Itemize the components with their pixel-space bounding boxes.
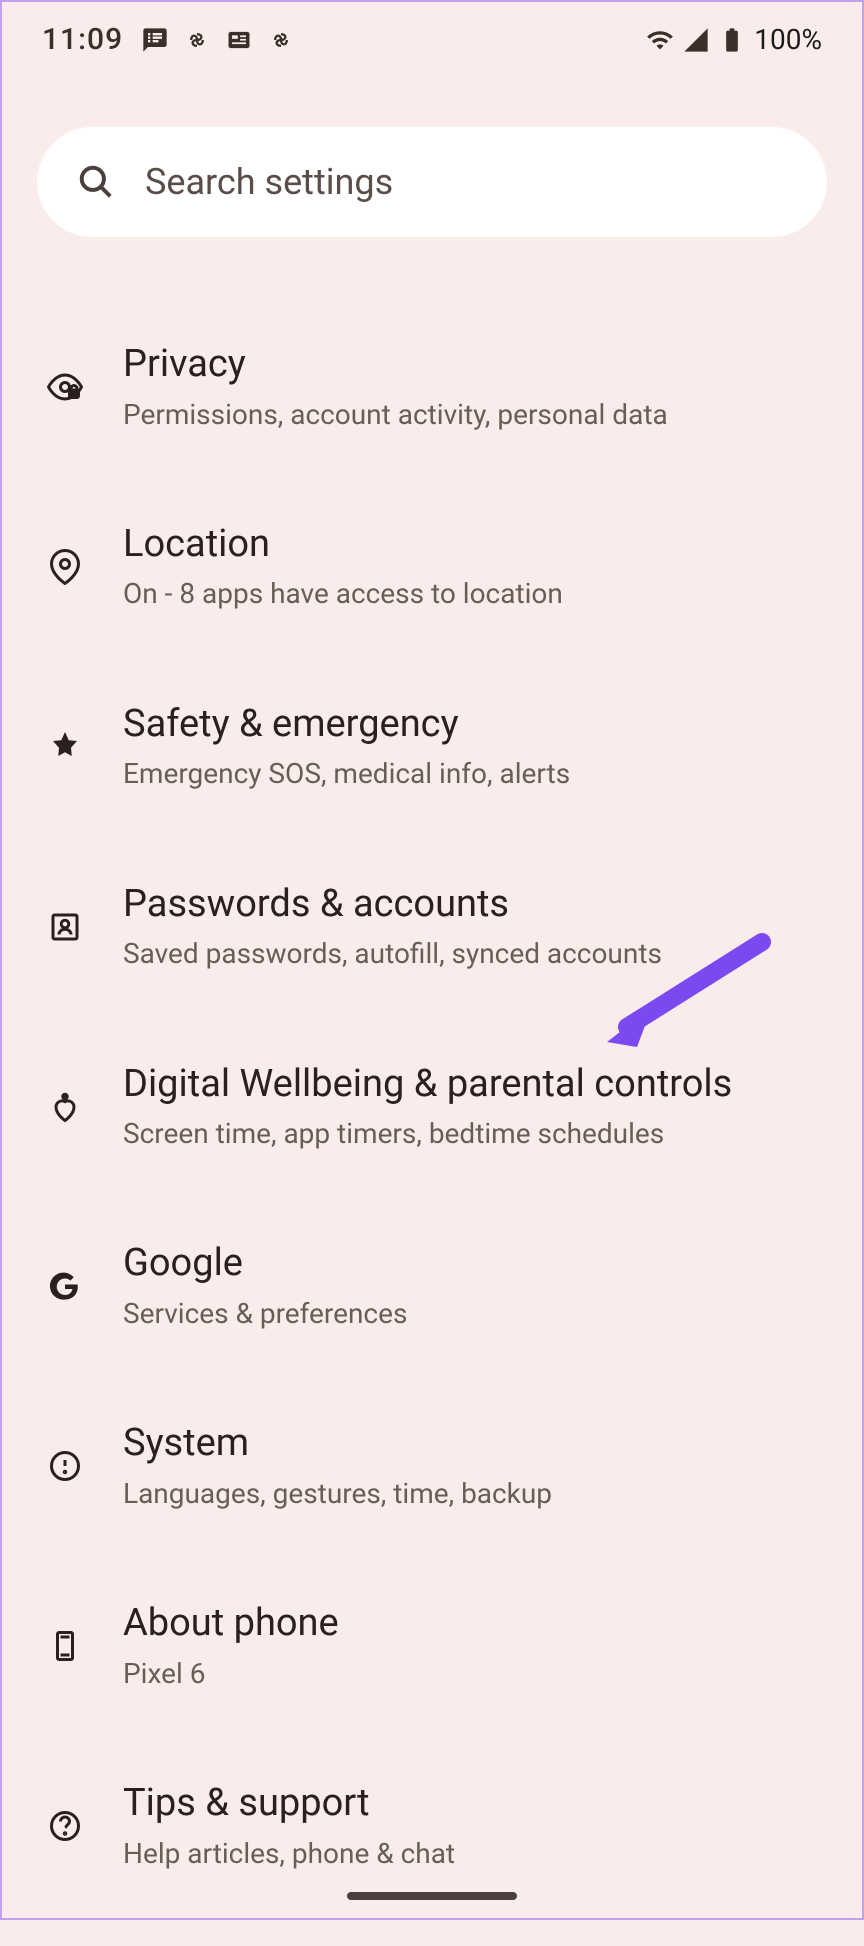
setting-item-passwords[interactable]: Passwords & accounts Saved passwords, au… (2, 837, 862, 1017)
setting-item-safety[interactable]: Safety & emergency Emergency SOS, medica… (2, 657, 862, 837)
status-bar-left: 11:09 (42, 22, 295, 57)
battery-icon (718, 26, 746, 54)
safety-icon (47, 729, 83, 765)
status-bar-right: 100% (646, 23, 822, 56)
status-time: 11:09 (42, 22, 123, 57)
item-text: Safety & emergency Emergency SOS, medica… (123, 701, 817, 793)
item-title: About phone (123, 1600, 817, 1648)
pinwheel-icon (183, 26, 211, 54)
item-subtitle: Languages, gestures, time, backup (123, 1476, 817, 1512)
wifi-icon (646, 26, 674, 54)
setting-item-privacy[interactable]: Privacy Permissions, account activity, p… (2, 297, 862, 477)
search-icon (77, 163, 115, 201)
signal-icon (682, 26, 710, 54)
item-title: Google (123, 1240, 817, 1288)
item-title: Location (123, 521, 817, 569)
setting-item-wellbeing[interactable]: Digital Wellbeing & parental controls Sc… (2, 1017, 862, 1197)
setting-item-google[interactable]: Google Services & preferences (2, 1196, 862, 1376)
item-title: Digital Wellbeing & parental controls (123, 1061, 817, 1109)
item-title: Tips & support (123, 1780, 817, 1828)
setting-item-tips[interactable]: Tips & support Help articles, phone & ch… (2, 1736, 862, 1916)
item-text: System Languages, gestures, time, backup (123, 1420, 817, 1512)
about-phone-icon (47, 1628, 83, 1664)
item-text: Privacy Permissions, account activity, p… (123, 341, 817, 433)
item-subtitle: On - 8 apps have access to location (123, 576, 817, 612)
item-text: Digital Wellbeing & parental controls Sc… (123, 1061, 817, 1153)
item-text: Passwords & accounts Saved passwords, au… (123, 881, 817, 973)
battery-percent: 100% (754, 23, 822, 56)
setting-item-location[interactable]: Location On - 8 apps have access to loca… (2, 477, 862, 657)
item-text: Google Services & preferences (123, 1240, 817, 1332)
item-subtitle: Help articles, phone & chat (123, 1836, 817, 1872)
passwords-icon (47, 909, 83, 945)
item-title: System (123, 1420, 817, 1468)
setting-item-about[interactable]: About phone Pixel 6 (2, 1556, 862, 1736)
item-subtitle: Saved passwords, autofill, synced accoun… (123, 936, 817, 972)
item-text: Tips & support Help articles, phone & ch… (123, 1780, 817, 1872)
search-placeholder: Search settings (145, 161, 393, 203)
item-subtitle: Screen time, app timers, bedtime schedul… (123, 1116, 817, 1152)
news-icon (225, 26, 253, 54)
pinwheel-icon-2 (267, 26, 295, 54)
item-subtitle: Services & preferences (123, 1296, 817, 1332)
notification-icons (141, 26, 295, 54)
location-icon (47, 549, 83, 585)
wellbeing-icon (47, 1089, 83, 1125)
item-subtitle: Permissions, account activity, personal … (123, 397, 817, 433)
google-icon (47, 1268, 83, 1304)
item-text: Location On - 8 apps have access to loca… (123, 521, 817, 613)
item-title: Privacy (123, 341, 817, 389)
item-subtitle: Pixel 6 (123, 1656, 817, 1692)
item-title: Passwords & accounts (123, 881, 817, 929)
settings-list: Privacy Permissions, account activity, p… (2, 267, 862, 1946)
tips-icon (47, 1808, 83, 1844)
setting-item-system[interactable]: System Languages, gestures, time, backup (2, 1376, 862, 1556)
item-text: About phone Pixel 6 (123, 1600, 817, 1692)
item-subtitle: Emergency SOS, medical info, alerts (123, 756, 817, 792)
system-icon (47, 1448, 83, 1484)
item-title: Safety & emergency (123, 701, 817, 749)
status-bar: 11:09 100% (2, 2, 862, 77)
message-icon (141, 26, 169, 54)
search-bar[interactable]: Search settings (37, 127, 827, 237)
privacy-icon (47, 369, 83, 405)
home-indicator[interactable] (347, 1892, 517, 1900)
